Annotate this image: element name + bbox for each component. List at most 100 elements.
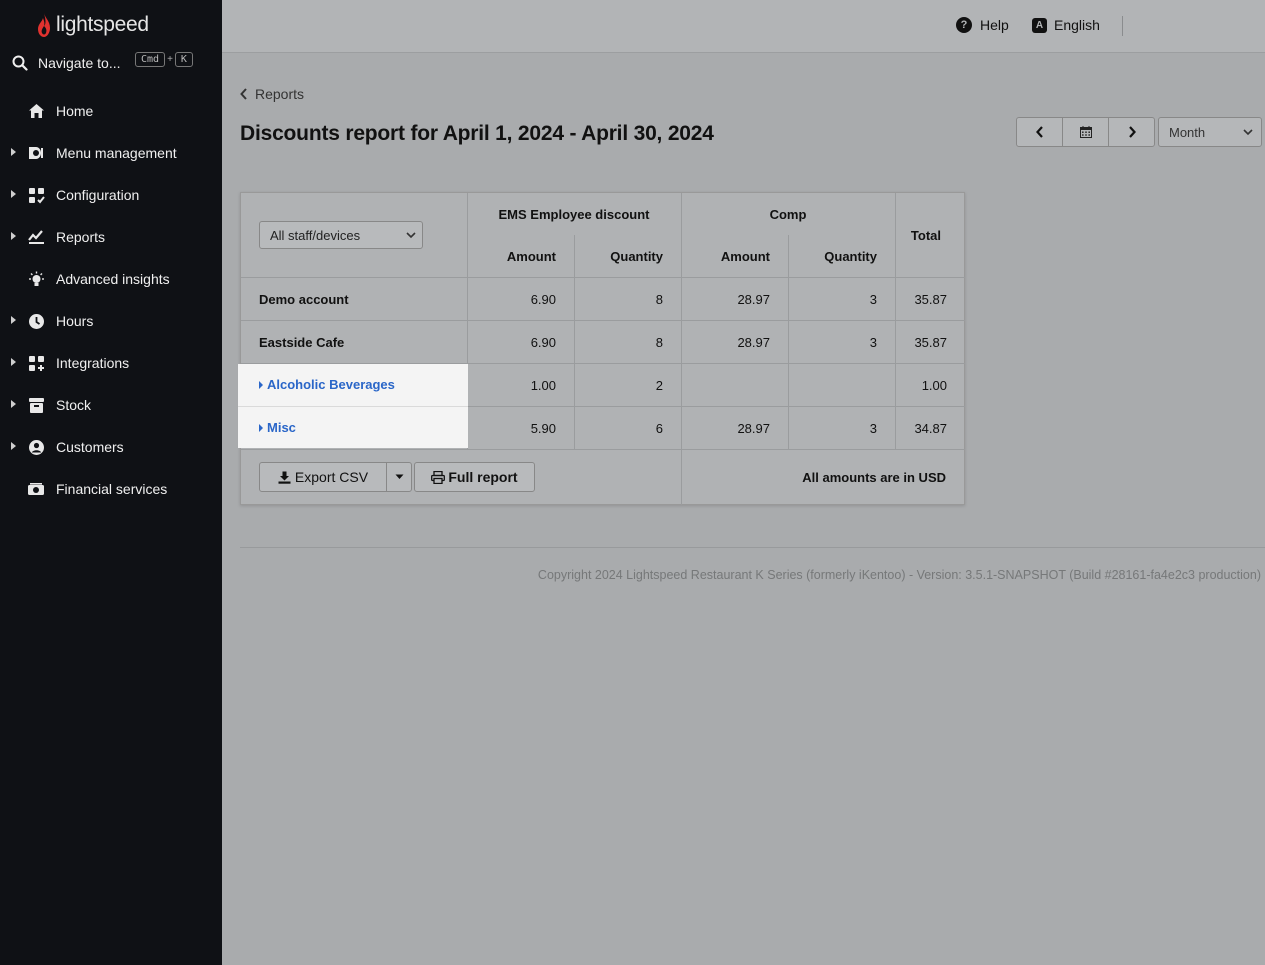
table-cell: 28.97 [737,421,770,436]
sidebar-item-reports[interactable]: Reports [0,216,222,258]
grid-line [241,320,965,321]
calendar-button[interactable] [1062,117,1109,147]
period-select[interactable]: Month [1158,117,1262,147]
column-group-header: Comp [769,207,807,222]
table-cell: 6 [655,421,663,436]
sidebar-item-label: Reports [56,229,106,245]
staff-filter-value: All staff/devices [270,227,361,243]
sidebar-item-advanced-insights[interactable]: Advanced insights [0,258,222,300]
footer-divider [240,547,1265,548]
divider [238,406,468,407]
table-cell: 3 [869,335,877,350]
printer-icon [431,470,446,484]
sidebar-item-stock[interactable]: Stock [0,384,222,426]
chevron-left-icon [240,88,247,100]
table-cell: 1.00 [921,378,947,393]
column-group-header: EMS Employee discount [498,207,650,222]
lightbulb-icon [27,270,45,288]
divider [1122,16,1123,36]
sidebar-item-label: Stock [56,397,92,413]
full-report-button[interactable]: Full report [414,462,535,492]
table-cell: 34.87 [914,421,947,436]
reports-icon [27,228,45,246]
language-label: English [1054,17,1100,33]
table-cell: 28.97 [737,335,770,350]
expand-caret-icon [11,190,16,198]
column-header: Quantity [824,249,877,264]
full-report-label: Full report [448,469,518,485]
configuration-icon [27,186,45,204]
table-cell: 2 [655,378,663,393]
next-period-button[interactable] [1108,117,1155,147]
expand-caret-icon [11,148,16,156]
row-name: Eastside Cafe [259,335,345,350]
staff-device-filter[interactable]: All staff/devices [259,221,423,249]
table-cell: 5.90 [530,421,556,436]
cash-icon [27,480,45,498]
customer-icon [27,438,45,456]
date-navigation [1016,117,1155,147]
sidebar-nav: Home Menu management Configuration Repor… [0,90,222,510]
help-button[interactable]: ? Help [956,17,1009,33]
copyright-text: Copyright 2024 Lightspeed Restaurant K S… [537,568,1261,582]
table-cell: 6.90 [530,292,556,307]
chevron-left-icon [1035,126,1043,138]
grid-line [241,277,965,278]
navigate-search[interactable]: Navigate to... Cmd + K [12,50,212,76]
expand-caret-icon [11,232,16,240]
column-header: Amount [506,249,556,264]
sidebar-item-label: Customers [56,439,124,455]
sidebar-item-label: Financial services [56,481,168,497]
previous-period-button[interactable] [1016,117,1063,147]
language-button[interactable]: A English [1032,17,1100,33]
sidebar-item-integrations[interactable]: Integrations [0,342,222,384]
download-icon [278,471,291,484]
caret-right-icon [259,380,263,389]
logo-text: lightspeed [56,13,149,36]
sidebar-item-home[interactable]: Home [0,90,222,132]
currency-note: All amounts are in USD [802,470,946,485]
help-label: Help [980,17,1009,33]
stock-icon [27,396,45,414]
row-link-misc[interactable]: Misc [259,420,296,435]
lightspeed-logo[interactable]: lightspeed [36,10,149,40]
breadcrumb-back-reports[interactable]: Reports [240,86,304,102]
period-select-value: Month [1169,124,1206,140]
export-csv-button[interactable]: Export CSV [259,462,387,492]
sidebar-item-label: Hours [56,313,94,329]
table-cell: 8 [655,292,663,307]
sidebar-item-label: Configuration [56,187,140,203]
row-link-label: Misc [267,420,296,435]
kbd-k: K [174,52,193,67]
table-cell: 35.87 [914,292,947,307]
row-link-alcoholic-beverages[interactable]: Alcoholic Beverages [259,377,395,392]
caret-right-icon [259,423,263,432]
sidebar-item-label: Menu management [56,145,177,161]
sidebar-item-label: Advanced insights [56,271,170,287]
table-cell: 28.97 [737,292,770,307]
navigate-label: Navigate to... [38,55,121,71]
total-column-header: Total [910,228,941,243]
page-title: Discounts report for April 1, 2024 - Apr… [240,122,714,145]
expand-caret-icon [11,358,16,366]
table-cell: 3 [869,292,877,307]
breadcrumb-label: Reports [255,86,305,102]
flame-icon [38,13,50,37]
sidebar-item-hours[interactable]: Hours [0,300,222,342]
row-name: Demo account [259,292,349,307]
sidebar-item-customers[interactable]: Customers [0,426,222,468]
sidebar-item-financial-services[interactable]: Financial services [0,468,222,510]
export-csv-label: Export CSV [294,469,369,485]
export-options-dropdown[interactable] [386,462,412,492]
row-link-label: Alcoholic Beverages [267,377,395,392]
expand-caret-icon [11,400,16,408]
keyboard-shortcut: Cmd + K [135,52,193,67]
sidebar-item-menu-management[interactable]: Menu management [0,132,222,174]
sidebar-item-configuration[interactable]: Configuration [0,174,222,216]
column-header: Amount [720,249,770,264]
sidebar-item-label: Home [56,103,94,119]
menu-management-icon [27,144,45,162]
table-cell: 3 [869,421,877,436]
clock-icon [27,312,45,330]
kbd-cmd: Cmd [135,52,166,67]
